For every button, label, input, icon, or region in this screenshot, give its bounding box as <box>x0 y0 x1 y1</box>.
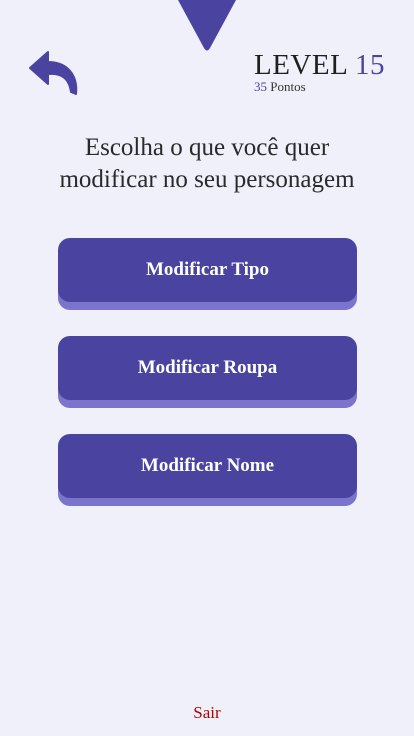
modify-name-label: Modificar Nome <box>140 455 275 476</box>
level-number: 15 <box>354 49 385 81</box>
modify-type-label: Modificar Tipo <box>146 259 269 280</box>
exit-link[interactable]: Sair <box>0 703 414 723</box>
points-label: Pontos <box>270 79 306 94</box>
page-title-line2: modificar no seu personagem <box>59 166 355 193</box>
back-arrow-icon <box>29 51 78 95</box>
modify-clothes-button[interactable]: Modificar Roupa <box>58 336 357 400</box>
modify-clothes-label: Modificar Roupa <box>137 357 278 378</box>
page-title-line1: Escolha o que você quer <box>84 134 330 161</box>
points-line: 35 Pontos <box>254 80 394 94</box>
options-menu: Modificar Tipo Modificar Roupa Modificar… <box>58 238 357 532</box>
level-display: LEVEL 15 35 Pontos <box>254 50 394 94</box>
level-line: LEVEL 15 <box>254 50 394 80</box>
level-label: LEVEL <box>254 49 348 81</box>
points-number: 35 <box>254 79 267 94</box>
page-title: Escolha o que você quer modificar no seu… <box>0 132 414 196</box>
back-button[interactable] <box>28 48 80 96</box>
modify-name-button[interactable]: Modificar Nome <box>58 434 357 498</box>
modify-type-button[interactable]: Modificar Tipo <box>58 238 357 302</box>
down-triangle-marker-icon <box>178 0 236 51</box>
